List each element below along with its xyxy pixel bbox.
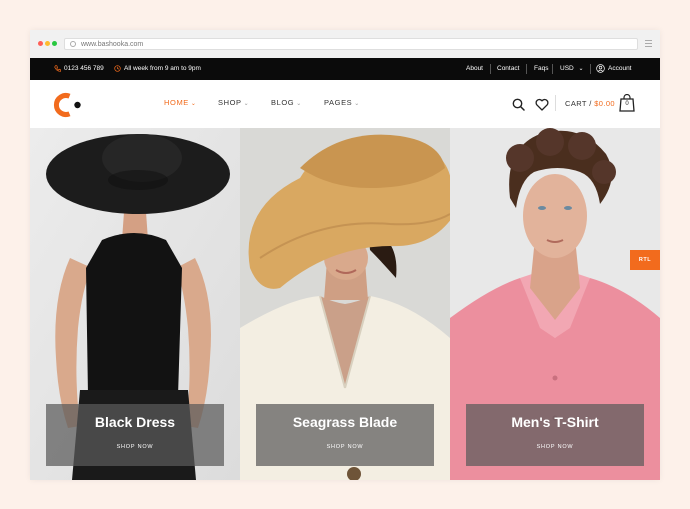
nav-item-pages-label: PAGES bbox=[324, 98, 353, 107]
site-logo[interactable] bbox=[52, 92, 82, 118]
cart-label: CART / bbox=[565, 99, 595, 108]
user-icon bbox=[596, 64, 605, 73]
minimize-window-dot[interactable] bbox=[45, 41, 50, 46]
hero-banner-grid: Black Dress SHOP NOW Seagrass Blade SHOP… bbox=[30, 128, 660, 480]
topbar-link-about[interactable]: About bbox=[466, 58, 483, 80]
topbar-link-faqs[interactable]: Faqs bbox=[534, 58, 548, 80]
clock-icon bbox=[114, 65, 121, 72]
nav-item-shop[interactable]: SHOP ⌄ bbox=[218, 98, 249, 107]
browser-chrome: www.bashooka.com bbox=[30, 30, 660, 59]
nav-item-blog-label: BLOG bbox=[271, 98, 295, 107]
chevron-down-icon: ⌄ bbox=[243, 101, 250, 107]
nav-item-pages[interactable]: PAGES ⌄ bbox=[324, 98, 360, 107]
banner-title: Seagrass Blade bbox=[292, 414, 398, 430]
opening-hours: All week from 9 am to 9pm bbox=[124, 65, 201, 72]
cart-link[interactable]: CART / $0.00 bbox=[565, 99, 615, 108]
globe-icon bbox=[70, 41, 76, 47]
close-window-dot[interactable] bbox=[38, 41, 43, 46]
address-bar-url: www.bashooka.com bbox=[81, 41, 144, 48]
account-link[interactable]: Account bbox=[596, 58, 632, 80]
banner-seagrass-blade[interactable]: Seagrass Blade SHOP NOW bbox=[240, 128, 450, 480]
address-bar[interactable]: www.bashooka.com bbox=[64, 38, 638, 50]
top-info-bar: 0123 456 789 All week from 9 am to 9pm A… bbox=[30, 58, 660, 80]
currency-value: USD bbox=[560, 65, 574, 72]
nav-divider bbox=[555, 95, 556, 111]
cart-total: $0.00 bbox=[594, 99, 615, 108]
banner-caption: Seagrass Blade SHOP NOW bbox=[256, 404, 434, 466]
rtl-toggle-button[interactable]: RTL bbox=[630, 250, 660, 270]
topbar-link-contact[interactable]: Contact bbox=[497, 58, 519, 80]
shop-now-button[interactable]: SHOP NOW bbox=[256, 444, 434, 450]
banner-mens-tshirt[interactable]: Men's T-Shirt SHOP NOW RTL bbox=[450, 128, 660, 480]
chevron-down-icon: ⌄ bbox=[190, 101, 197, 107]
banner-black-dress[interactable]: Black Dress SHOP NOW bbox=[30, 128, 240, 480]
hours-info: All week from 9 am to 9pm bbox=[114, 58, 201, 80]
search-icon[interactable] bbox=[512, 98, 525, 111]
heart-icon[interactable] bbox=[535, 98, 549, 111]
chevron-down-icon: ⌄ bbox=[296, 101, 302, 107]
banner-caption: Black Dress SHOP NOW bbox=[46, 404, 224, 466]
account-label: Account bbox=[608, 65, 632, 72]
cart-count: 0 bbox=[625, 101, 629, 107]
maximize-window-dot[interactable] bbox=[52, 41, 57, 46]
phone-icon bbox=[54, 65, 61, 72]
cart-bag-icon[interactable]: 0 bbox=[619, 94, 635, 112]
hamburger-menu-icon[interactable] bbox=[645, 40, 652, 49]
chevron-down-icon: ⌄ bbox=[578, 66, 584, 72]
banner-title: Black Dress bbox=[94, 414, 176, 430]
nav-item-home[interactable]: HOME ⌄ bbox=[164, 98, 197, 107]
shop-now-button[interactable]: SHOP NOW bbox=[466, 444, 644, 450]
nav-item-blog[interactable]: BLOG ⌄ bbox=[271, 98, 302, 107]
phone-number: 0123 456 789 bbox=[64, 65, 104, 72]
banner-caption: Men's T-Shirt SHOP NOW bbox=[466, 404, 644, 466]
nav-item-shop-label: SHOP bbox=[218, 98, 242, 107]
currency-selector[interactable]: USD ⌄ bbox=[560, 58, 584, 80]
shop-now-button[interactable]: SHOP NOW bbox=[46, 444, 224, 450]
nav-item-home-label: HOME bbox=[164, 98, 189, 107]
browser-window: www.bashooka.com 0123 456 789 All week f… bbox=[30, 30, 660, 480]
main-navigation: HOME ⌄ SHOP ⌄ BLOG ⌄ PAGES ⌄ CART / $0.00 0 bbox=[30, 80, 660, 128]
chevron-down-icon: ⌄ bbox=[354, 101, 360, 107]
phone-info[interactable]: 0123 456 789 bbox=[54, 58, 104, 80]
banner-title: Men's T-Shirt bbox=[511, 414, 599, 430]
